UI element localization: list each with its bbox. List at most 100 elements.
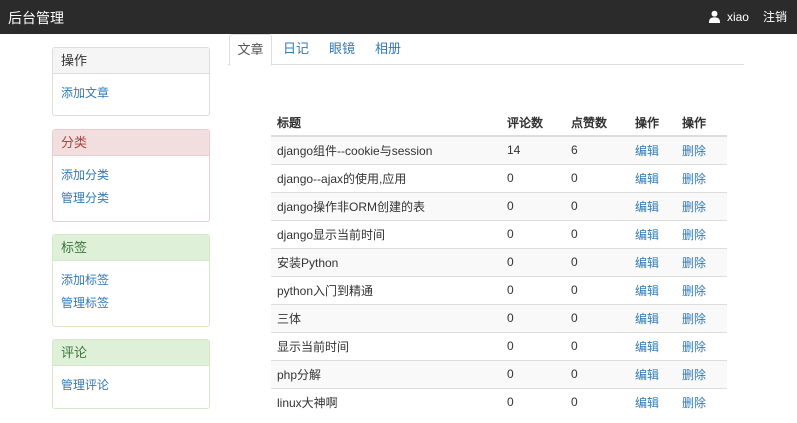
username[interactable]: xiao <box>727 10 749 24</box>
delete-link-cell: 删除 <box>676 247 727 276</box>
comment-count-cell: 0 <box>501 303 565 332</box>
edit-link[interactable]: 编辑 <box>635 312 659 326</box>
table-header-row: 标题 评论数 点赞数 操作 操作 <box>271 109 727 137</box>
table-body: django组件--cookie与session 14 6 编辑 删除 django--a… <box>271 135 727 416</box>
edit-link[interactable]: 编辑 <box>635 200 659 214</box>
header-operation-delete: 操作 <box>676 109 727 137</box>
edit-link-cell: 编辑 <box>629 303 676 332</box>
manage-comment-link[interactable]: 管理评论 <box>61 374 201 397</box>
header-likes: 点赞数 <box>565 109 629 137</box>
add-article-link[interactable]: 添加文章 <box>61 82 201 105</box>
logout-link[interactable]: 注销 <box>763 8 787 25</box>
edit-link[interactable]: 编辑 <box>635 284 659 298</box>
edit-link-cell: 编辑 <box>629 191 676 220</box>
panel-tag: 标签 添加标签 管理标签 <box>52 234 210 327</box>
article-title-cell: 安装Python <box>271 247 501 276</box>
panel-heading-operations: 操作 <box>53 48 209 74</box>
like-count-cell: 0 <box>565 359 629 388</box>
edit-link-cell: 编辑 <box>629 219 676 248</box>
table-row: django--ajax的使用,应用 0 0 编辑 删除 <box>271 163 727 192</box>
table-row: python入门到精通 0 0 编辑 删除 <box>271 275 727 304</box>
like-count-cell: 0 <box>565 247 629 276</box>
article-title-cell: django操作非ORM创建的表 <box>271 191 501 220</box>
delete-link-cell: 删除 <box>676 387 727 416</box>
article-title-cell: django--ajax的使用,应用 <box>271 163 501 192</box>
article-title-cell: 显示当前时间 <box>271 331 501 360</box>
header-comments: 评论数 <box>501 109 565 137</box>
delete-link-cell: 删除 <box>676 163 727 192</box>
edit-link[interactable]: 编辑 <box>635 144 659 158</box>
edit-link-cell: 编辑 <box>629 247 676 276</box>
like-count-cell: 0 <box>565 191 629 220</box>
header-operation-edit: 操作 <box>629 109 676 137</box>
articles-table: 标题 评论数 点赞数 操作 操作 django组件--cookie与sessio… <box>271 109 727 416</box>
edit-link-cell: 编辑 <box>629 135 676 164</box>
like-count-cell: 0 <box>565 303 629 332</box>
panel-heading-category: 分类 <box>53 130 209 156</box>
add-category-link[interactable]: 添加分类 <box>61 164 201 187</box>
table-row: django显示当前时间 0 0 编辑 删除 <box>271 219 727 248</box>
brand-title[interactable]: 后台管理 <box>8 8 64 28</box>
panel-heading-tag: 标签 <box>53 235 209 261</box>
delete-link[interactable]: 删除 <box>682 340 706 354</box>
like-count-cell: 0 <box>565 219 629 248</box>
tab-album[interactable]: 相册 <box>368 34 408 65</box>
panel-heading-comment: 评论 <box>53 340 209 366</box>
comment-count-cell: 0 <box>501 331 565 360</box>
panel-operations: 操作 添加文章 <box>52 47 210 116</box>
edit-link-cell: 编辑 <box>629 163 676 192</box>
article-title-cell: linux大神啊 <box>271 387 501 416</box>
content-tabs: 文章 日记 眼镜 相册 <box>228 34 744 66</box>
edit-link[interactable]: 编辑 <box>635 340 659 354</box>
edit-link-cell: 编辑 <box>629 275 676 304</box>
article-title-cell: 三体 <box>271 303 501 332</box>
like-count-cell: 6 <box>565 135 629 164</box>
tab-articles[interactable]: 文章 <box>229 34 272 66</box>
manage-tag-link[interactable]: 管理标签 <box>61 292 201 315</box>
table-row: php分解 0 0 编辑 删除 <box>271 359 727 388</box>
comment-count-cell: 0 <box>501 275 565 304</box>
delete-link[interactable]: 删除 <box>682 256 706 270</box>
table-row: 显示当前时间 0 0 编辑 删除 <box>271 331 727 360</box>
like-count-cell: 0 <box>565 387 629 416</box>
header-title: 标题 <box>271 109 501 137</box>
comment-count-cell: 14 <box>501 135 565 164</box>
delete-link-cell: 删除 <box>676 219 727 248</box>
delete-link-cell: 删除 <box>676 303 727 332</box>
edit-link[interactable]: 编辑 <box>635 172 659 186</box>
delete-link[interactable]: 删除 <box>682 312 706 326</box>
article-title-cell: django组件--cookie与session <box>271 135 501 164</box>
delete-link[interactable]: 删除 <box>682 228 706 242</box>
comment-count-cell: 0 <box>501 247 565 276</box>
add-tag-link[interactable]: 添加标签 <box>61 269 201 292</box>
edit-link[interactable]: 编辑 <box>635 228 659 242</box>
delete-link[interactable]: 删除 <box>682 200 706 214</box>
like-count-cell: 0 <box>565 275 629 304</box>
delete-link[interactable]: 删除 <box>682 172 706 186</box>
manage-category-link[interactable]: 管理分类 <box>61 187 201 210</box>
article-title-cell: python入门到精通 <box>271 275 501 304</box>
delete-link[interactable]: 删除 <box>682 396 706 410</box>
panel-comment: 评论 管理评论 <box>52 339 210 409</box>
table-row: django操作非ORM创建的表 0 0 编辑 删除 <box>271 191 727 220</box>
comment-count-cell: 0 <box>501 387 565 416</box>
like-count-cell: 0 <box>565 163 629 192</box>
delete-link[interactable]: 删除 <box>682 368 706 382</box>
delete-link[interactable]: 删除 <box>682 284 706 298</box>
tab-diary[interactable]: 日记 <box>276 34 316 65</box>
delete-link-cell: 删除 <box>676 191 727 220</box>
comment-count-cell: 0 <box>501 219 565 248</box>
delete-link-cell: 删除 <box>676 331 727 360</box>
nav-user-area: xiao 注销 <box>708 8 787 25</box>
tab-glasses[interactable]: 眼镜 <box>322 34 362 65</box>
table-row: linux大神啊 0 0 编辑 删除 <box>271 387 727 416</box>
edit-link-cell: 编辑 <box>629 387 676 416</box>
table-row: 安装Python 0 0 编辑 删除 <box>271 247 727 276</box>
user-icon <box>708 10 721 23</box>
edit-link[interactable]: 编辑 <box>635 368 659 382</box>
delete-link[interactable]: 删除 <box>682 144 706 158</box>
edit-link[interactable]: 编辑 <box>635 396 659 410</box>
table-row: 三体 0 0 编辑 删除 <box>271 303 727 332</box>
table-row: django组件--cookie与session 14 6 编辑 删除 <box>271 135 727 164</box>
edit-link[interactable]: 编辑 <box>635 256 659 270</box>
